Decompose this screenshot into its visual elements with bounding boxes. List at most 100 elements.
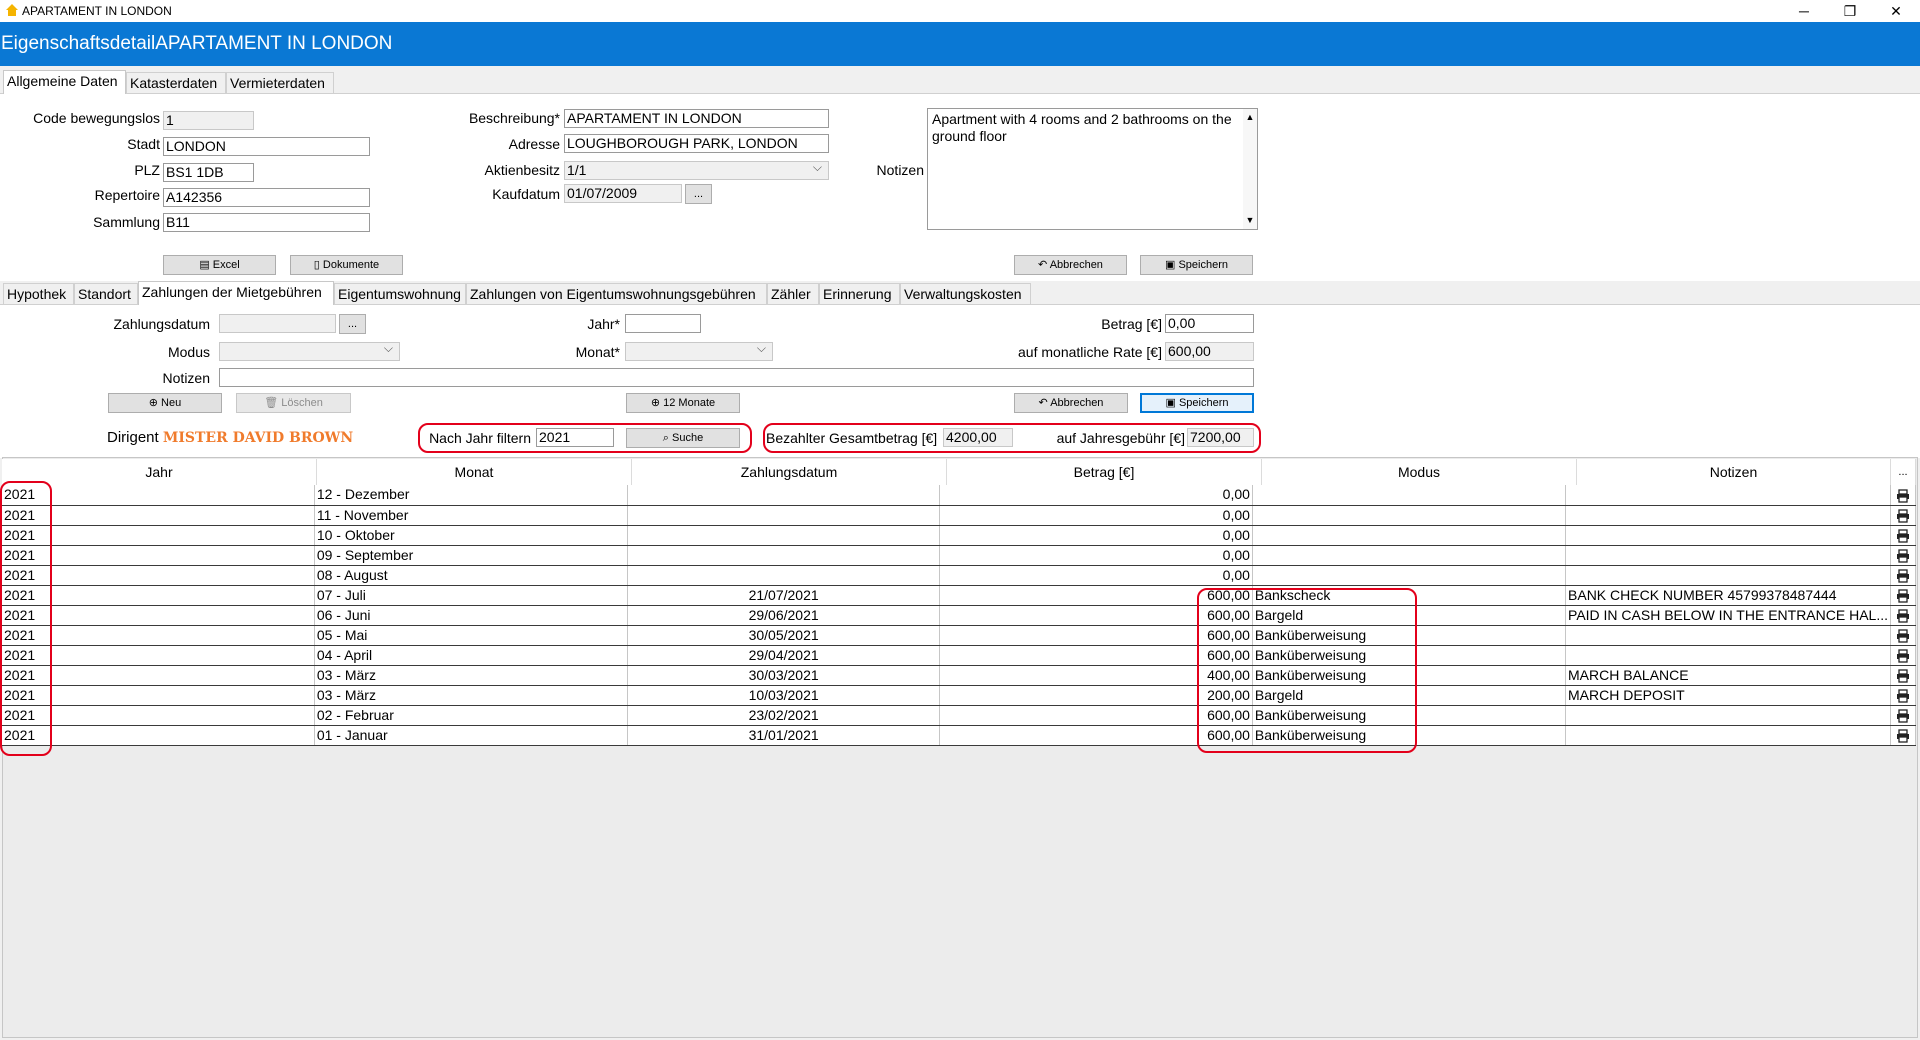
table-row[interactable]: 2021 09 - September 0,00 xyxy=(2,545,1916,566)
col-zahlungsdatum[interactable]: Zahlungsdatum xyxy=(632,459,947,485)
cell-modus xyxy=(1252,565,1567,586)
printer-icon[interactable] xyxy=(1896,709,1910,723)
print-cell[interactable] xyxy=(1890,625,1916,646)
print-cell[interactable] xyxy=(1890,545,1916,566)
modus-select[interactable] xyxy=(219,342,400,361)
print-cell[interactable] xyxy=(1890,565,1916,586)
col-modus[interactable]: Modus xyxy=(1262,459,1577,485)
filter-year-field[interactable]: 2021 xyxy=(536,428,614,447)
cell-notizen xyxy=(1565,645,1891,666)
printer-icon[interactable] xyxy=(1896,549,1910,563)
notizen-payment-field[interactable] xyxy=(219,368,1254,387)
table-row[interactable]: 2021 10 - Oktober 0,00 xyxy=(2,525,1916,546)
col-betrag[interactable]: Betrag [€] xyxy=(947,459,1262,485)
printer-icon[interactable] xyxy=(1896,649,1910,663)
table-row[interactable]: 2021 06 - Juni 29/06/2021 600,00 Bargeld PAID… xyxy=(2,605,1916,626)
print-cell[interactable] xyxy=(1890,645,1916,666)
print-cell[interactable] xyxy=(1890,685,1916,706)
plz-field[interactable]: BS1 1DB xyxy=(163,163,254,182)
print-cell[interactable] xyxy=(1890,525,1916,546)
close-button[interactable]: ✕ xyxy=(1873,0,1919,22)
table-row[interactable]: 2021 08 - August 0,00 xyxy=(2,565,1916,586)
stadt-field[interactable]: LONDON xyxy=(163,137,370,156)
col-jahr[interactable]: Jahr xyxy=(2,459,317,485)
tab-erinnerung[interactable]: Erinnerung xyxy=(819,283,900,304)
search-icon: ⌕ xyxy=(662,432,669,444)
zahlungsdatum-field[interactable] xyxy=(219,314,336,333)
printer-icon[interactable] xyxy=(1896,729,1910,743)
table-row[interactable]: 2021 03 - März 30/03/2021 400,00 Banküberwei… xyxy=(2,665,1916,686)
printer-icon[interactable] xyxy=(1896,589,1910,603)
code-field: 1 xyxy=(163,111,254,130)
tab-standort[interactable]: Standort xyxy=(74,283,138,304)
col-monat[interactable]: Monat xyxy=(317,459,632,485)
repertoire-field[interactable]: A142356 xyxy=(163,188,370,207)
table-row[interactable]: 2021 07 - Juli 21/07/2021 600,00 Bankscheck B… xyxy=(2,585,1916,606)
adresse-field[interactable]: LOUGHBOROUGH PARK, LONDON xyxy=(564,134,829,153)
suche-button[interactable]: ⌕ Suche xyxy=(626,428,740,448)
tab-zahlungen-mietgebuehren[interactable]: Zahlungen der Mietgebühren xyxy=(138,281,334,305)
print-cell[interactable] xyxy=(1890,505,1916,526)
jahr-field[interactable] xyxy=(625,314,701,333)
excel-button[interactable]: ▤ Excel xyxy=(163,255,276,275)
sammlung-field[interactable]: B11 xyxy=(163,213,370,232)
tab-zaehler[interactable]: Zähler xyxy=(767,283,819,304)
tab-zahlungen-eigentumswohnungsgebuehren[interactable]: Zahlungen von Eigentumswohnungsgebühren xyxy=(466,283,767,304)
loeschen-button[interactable]: 🗑 Löschen xyxy=(236,393,351,413)
tab-eigentumswohnung[interactable]: Eigentumswohnung xyxy=(334,283,466,304)
print-cell[interactable] xyxy=(1890,665,1916,686)
betrag-field[interactable]: 0,00 xyxy=(1165,314,1254,333)
dokumente-button[interactable]: ▯ Dokumente xyxy=(290,255,403,275)
col-actions[interactable]: ... xyxy=(1891,459,1916,485)
printer-icon[interactable] xyxy=(1896,509,1910,523)
table-row[interactable]: 2021 12 - Dezember 0,00 xyxy=(2,485,1916,506)
printer-icon[interactable] xyxy=(1896,529,1910,543)
printer-icon[interactable] xyxy=(1896,488,1910,503)
printer-icon[interactable] xyxy=(1896,569,1910,583)
cell-betrag: 600,00 xyxy=(939,725,1253,746)
table-row[interactable]: 2021 05 - Mai 30/05/2021 600,00 Banküberweis… xyxy=(2,625,1916,646)
speichern-payment-button[interactable]: ▣ Speichern xyxy=(1140,393,1254,413)
printer-icon[interactable] xyxy=(1896,689,1910,703)
minimize-button[interactable]: ─ xyxy=(1781,0,1827,22)
table-row[interactable]: 2021 01 - Januar 31/01/2021 600,00 Banküberw… xyxy=(2,725,1916,746)
abbrechen-button[interactable]: ↶ Abbrechen xyxy=(1014,255,1127,275)
notizen-scrollbar[interactable]: ▲ ▼ xyxy=(1243,109,1257,229)
tab-katasterdaten[interactable]: Katasterdaten xyxy=(126,72,226,93)
table-row[interactable]: 2021 04 - April 29/04/2021 600,00 Banküberwe… xyxy=(2,645,1916,666)
cell-zahlungsdatum xyxy=(627,485,941,506)
speichern-button[interactable]: ▣ Speichern xyxy=(1140,255,1253,275)
print-cell[interactable] xyxy=(1890,705,1916,726)
tab-hypothek[interactable]: Hypothek xyxy=(3,283,74,304)
cell-betrag: 600,00 xyxy=(939,705,1253,726)
zahlungsdatum-picker-button[interactable]: ... xyxy=(339,314,366,334)
table-row[interactable]: 2021 11 - November 0,00 xyxy=(2,505,1916,526)
tab-verwaltungskosten[interactable]: Verwaltungskosten xyxy=(900,283,1031,304)
print-cell[interactable] xyxy=(1890,725,1916,746)
monat-select[interactable] xyxy=(625,342,773,361)
beschreibung-field[interactable]: APARTAMENT IN LONDON xyxy=(564,109,829,128)
print-cell[interactable] xyxy=(1890,585,1916,606)
cell-betrag: 600,00 xyxy=(939,645,1253,666)
kaufdatum-field[interactable]: 01/07/2009 xyxy=(564,184,682,203)
table-row[interactable]: 2021 02 - Februar 23/02/2021 600,00 Banküber… xyxy=(2,705,1916,726)
zwoelf-monate-button[interactable]: ⊕ 12 Monate xyxy=(626,393,740,413)
printer-icon[interactable] xyxy=(1896,629,1910,643)
tab-allgemeine-daten[interactable]: Allgemeine Daten xyxy=(3,70,126,94)
kaufdatum-picker-button[interactable]: ... xyxy=(685,184,712,204)
print-cell[interactable] xyxy=(1890,605,1916,626)
scroll-down-icon[interactable]: ▼ xyxy=(1243,212,1257,229)
scroll-up-icon[interactable]: ▲ xyxy=(1243,109,1257,126)
aktienbesitz-select[interactable]: 1/1 xyxy=(564,161,829,180)
tab-vermieterdaten[interactable]: Vermieterdaten xyxy=(226,72,334,93)
printer-icon[interactable] xyxy=(1896,609,1910,623)
col-notizen[interactable]: Notizen xyxy=(1577,459,1891,485)
restore-button[interactable]: ❐ xyxy=(1827,0,1873,22)
excel-icon: ▤ xyxy=(199,259,210,271)
printer-icon[interactable] xyxy=(1896,669,1910,683)
neu-button[interactable]: ⊕ Neu xyxy=(108,393,222,413)
abbrechen-payment-button[interactable]: ↶ Abbrechen xyxy=(1014,393,1128,413)
notizen-textarea[interactable]: Apartment with 4 rooms and 2 bathrooms o… xyxy=(927,108,1258,230)
print-cell[interactable] xyxy=(1890,485,1916,506)
table-row[interactable]: 2021 03 - März 10/03/2021 200,00 Bargeld MARC… xyxy=(2,685,1916,706)
